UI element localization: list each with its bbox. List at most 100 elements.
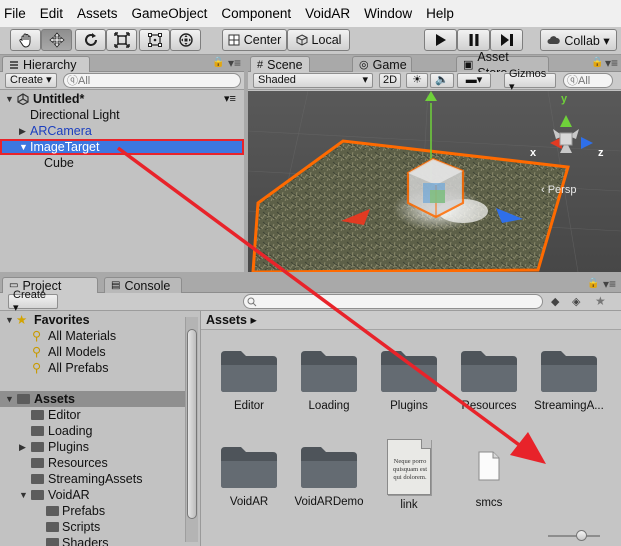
search-icon: ⚲ [32,345,42,359]
asset-folder-resources[interactable]: Resources [451,349,527,412]
asset-folder-plugins[interactable]: Plugins [371,349,447,412]
scene-menu-icon[interactable]: ▾≡ [224,91,236,107]
scene-root[interactable]: ▼ Untitled* ▾≡ [0,91,244,107]
hierarchy-item-imagetarget[interactable]: ▼ ImageTarget [0,139,244,155]
menu-voidar[interactable]: VoidAR [305,6,350,21]
panel-menu-icon[interactable]: ▾≡ [605,56,618,70]
expand-arrow-icon[interactable]: ▼ [19,487,28,503]
scene-tabbar: # Scene ◎ Game ▣ Asset Store 🔒 ▾≡ [248,50,621,80]
scene-search-input[interactable] [567,74,612,87]
tab-game[interactable]: ◎ Game [352,56,412,72]
project-tree-scrollbar[interactable] [185,317,198,542]
asset-folder-voidar[interactable]: VoidAR [211,445,287,508]
assets-root[interactable]: ▼ Assets [0,391,185,407]
expand-arrow-icon[interactable]: ▼ [19,139,28,155]
rotate-tool-button[interactable] [75,29,106,51]
tree-folder-prefabs[interactable]: Prefabs [0,503,185,519]
scale-tool-button[interactable] [106,29,137,51]
tree-folder-plugins[interactable]: ▶ Plugins [0,439,185,455]
game-controller-icon: ◎ [359,58,369,71]
hand-tool-button[interactable] [10,29,41,51]
scene-effects-button[interactable]: ▬▾ [457,73,491,88]
favorites-header[interactable]: ▼ ★ Favorites [0,312,185,328]
tab-console[interactable]: ▤ Console [104,277,182,293]
lock-icon[interactable]: 🔒 [212,57,224,68]
asset-folder-voidardemo[interactable]: VoidARDemo [291,445,367,508]
hierarchy-item-cube[interactable]: Cube [0,155,244,171]
project-create-button[interactable]: Create ▾ [8,289,58,314]
projection-toggle[interactable]: ‹ Persp [541,184,576,196]
hierarchy-item-directional-light[interactable]: Directional Light [0,107,244,123]
tree-folder-resources[interactable]: Resources [0,455,185,471]
scene-viewport[interactable]: y x z ‹ Persp [248,91,621,272]
favorite-item-all-models[interactable]: ⚲ All Models [0,344,185,360]
scene-name: Untitled* [33,92,85,106]
hierarchy-item-arcamera[interactable]: ▶ ARCamera [0,123,244,139]
asset-file-link[interactable]: Neque porro quisquam est qui dolorem. li… [371,439,447,511]
tab-hierarchy[interactable]: Hierarchy [2,56,90,73]
pivot-center-icon [228,34,240,46]
scene-lighting-button[interactable]: ☀ [406,73,428,88]
move-tool-button[interactable] [41,29,72,51]
tree-folder-shaders[interactable]: Shaders [0,535,185,546]
tab-scene[interactable]: # Scene [250,56,310,73]
pause-icon [469,34,478,46]
tree-folder-scripts[interactable]: Scripts [0,519,185,535]
tab-hierarchy-label: Hierarchy [23,58,77,72]
scene-audio-button[interactable]: 🔈 [430,73,454,88]
lock-icon[interactable]: 🔒 [587,278,599,289]
panel-menu-icon[interactable]: ▾≡ [228,56,241,70]
asset-folder-loading[interactable]: Loading [291,349,367,412]
expand-arrow-icon[interactable]: ▼ [5,391,14,407]
tree-folder-loading[interactable]: Loading [0,423,185,439]
shading-mode-dropdown[interactable]: Shaded ▾ [253,73,373,88]
transform-tool-button[interactable] [170,29,201,51]
slider-thumb[interactable] [576,530,587,541]
favorites-label: Favorites [34,313,90,327]
favorite-item-all-prefabs[interactable]: ⚲ All Prefabs [0,360,185,376]
menu-component[interactable]: Component [221,6,291,21]
menu-edit[interactable]: Edit [40,6,63,21]
panel-menu-icon[interactable]: ▾≡ [603,277,616,291]
menu-file[interactable]: File [4,6,26,21]
scene-search[interactable] [563,73,613,88]
asset-folder-streamingassets[interactable]: StreamingA... [531,349,607,412]
favorite-item-all-materials[interactable]: ⚲ All Materials [0,328,185,344]
hierarchy-search[interactable] [63,73,241,88]
tab-game-label: Game [372,57,407,72]
menu-assets[interactable]: Assets [77,6,118,21]
lock-icon[interactable]: 🔒 [591,57,603,68]
menu-window[interactable]: Window [364,6,412,21]
collab-button[interactable]: Collab ▾ [540,29,617,51]
gizmos-dropdown[interactable]: Gizmos ▾ [504,68,556,93]
expand-arrow-icon[interactable]: ▶ [19,439,26,455]
pivot-local-button[interactable]: Local [287,29,350,51]
tree-folder-editor[interactable]: Editor [0,407,185,423]
expand-arrow-icon[interactable]: ▼ [5,91,14,107]
search-by-type-icon[interactable]: ◆ [551,295,559,308]
project-search[interactable] [243,294,543,309]
folder-icon [31,458,44,468]
scrollbar-thumb[interactable] [187,329,197,519]
expand-arrow-icon[interactable]: ▶ [19,123,26,139]
mode-2d-button[interactable]: 2D [379,73,401,88]
folder-icon [31,410,44,420]
tree-folder-voidar[interactable]: ▼ VoidAR [0,487,185,503]
asset-file-smcs[interactable]: smcs [451,451,527,509]
rect-tool-button[interactable] [139,29,170,51]
asset-folder-editor[interactable]: Editor [211,349,287,412]
breadcrumb[interactable]: Assets ▸ [201,311,621,330]
menu-gameobject[interactable]: GameObject [132,6,208,21]
icon-size-slider[interactable] [548,530,600,541]
play-button[interactable] [424,29,457,51]
favorites-star-icon[interactable]: ★ [595,294,606,308]
search-by-label-icon[interactable]: ◈ [572,295,580,308]
transform-icon [178,33,193,47]
expand-arrow-icon[interactable]: ▼ [5,312,14,328]
axis-z-label: z [598,147,604,159]
menu-help[interactable]: Help [426,6,454,21]
hierarchy-search-input[interactable] [67,74,240,87]
tree-folder-streamingassets[interactable]: StreamingAssets [0,471,185,487]
hierarchy-create-button[interactable]: Create ▾ [5,73,57,88]
pivot-center-button[interactable]: Center [222,29,287,51]
